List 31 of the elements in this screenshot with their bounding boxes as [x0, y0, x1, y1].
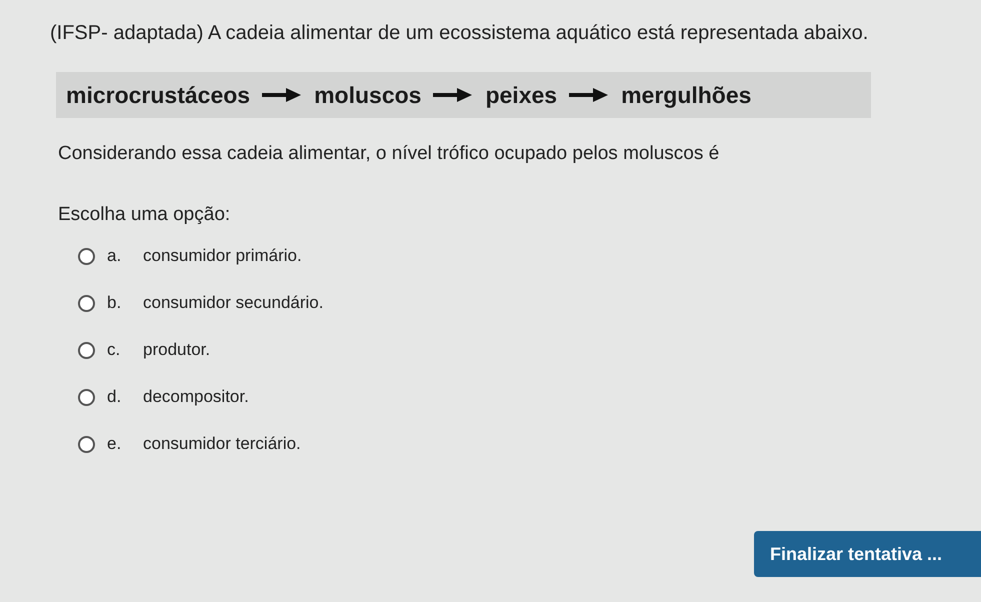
answer-option[interactable]: e. consumidor terciário. [78, 431, 981, 457]
option-letter: d. [107, 386, 122, 408]
right-arrow-icon [262, 87, 302, 103]
finish-attempt-button[interactable]: Finalizar tentativa ... [754, 531, 981, 577]
answer-option[interactable]: a. consumidor primário. [78, 243, 981, 269]
option-letter: c. [107, 339, 122, 362]
question-source: (IFSP- adaptada) A cadeia alimentar de um ecossistema aquático está representada abaixo. [50, 21, 870, 46]
radio-button[interactable] [78, 294, 95, 312]
right-arrow-icon [433, 87, 474, 103]
option-text: consumidor secundário. [143, 292, 324, 314]
option-text: decompositor. [143, 386, 249, 408]
radio-button[interactable] [78, 436, 95, 452]
chain-organism: microcrustáceos [66, 80, 250, 110]
option-text: produtor. [143, 339, 210, 362]
radio-button[interactable] [78, 248, 95, 264]
chain-organism: mergulhões [621, 80, 752, 110]
radio-button[interactable] [78, 342, 95, 358]
answer-option[interactable]: b. consumidor secundário. [78, 290, 981, 316]
option-text: consumidor primário. [143, 245, 302, 268]
answer-option[interactable]: c. produtor. [78, 337, 981, 363]
answer-option[interactable]: d. decompositor. [78, 384, 981, 410]
choose-label: Escolha uma opção: [58, 202, 232, 226]
radio-button[interactable] [78, 388, 95, 406]
right-arrow-icon [569, 87, 610, 103]
chain-organism: moluscos [314, 80, 422, 110]
option-letter: e. [107, 433, 122, 456]
option-letter: b. [107, 292, 122, 314]
question-prompt: Considerando essa cadeia alimentar, o nível trófico ocupado pelos moluscos é [58, 142, 720, 166]
option-text: consumidor terciário. [143, 433, 301, 456]
chain-organism: peixes [485, 80, 558, 110]
option-letter: a. [107, 245, 122, 268]
